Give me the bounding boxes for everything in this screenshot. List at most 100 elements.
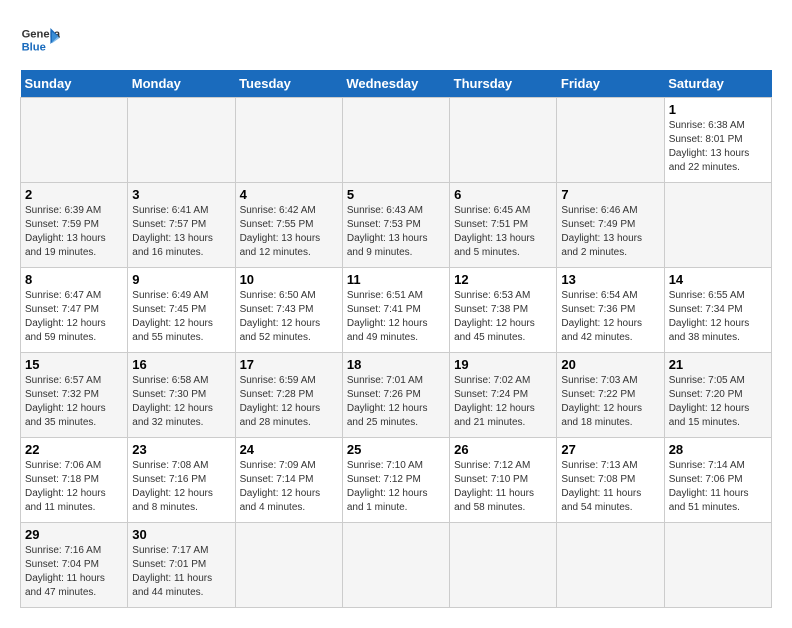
calendar-cell: 7 Sunrise: 6:46 AMSunset: 7:49 PMDaylight… xyxy=(557,183,664,268)
day-info: Sunrise: 7:13 AMSunset: 7:08 PMDaylight:… xyxy=(561,460,641,513)
calendar-cell: 4 Sunrise: 6:42 AMSunset: 7:55 PMDaylight… xyxy=(235,183,342,268)
day-info: Sunrise: 7:08 AMSunset: 7:16 PMDaylight:… xyxy=(132,460,213,513)
day-number: 1 xyxy=(669,102,767,117)
day-number: 30 xyxy=(132,527,230,542)
day-info: Sunrise: 6:41 AMSunset: 7:57 PMDaylight:… xyxy=(132,205,213,258)
day-info: Sunrise: 7:01 AMSunset: 7:26 PMDaylight:… xyxy=(347,375,428,428)
day-number: 26 xyxy=(454,442,552,457)
day-number: 5 xyxy=(347,187,445,202)
weekday-header-row: SundayMondayTuesdayWednesdayThursdayFrid… xyxy=(21,70,772,98)
calendar-cell: 9 Sunrise: 6:49 AMSunset: 7:45 PMDaylight… xyxy=(128,268,235,353)
weekday-header: Wednesday xyxy=(342,70,449,98)
day-info: Sunrise: 7:14 AMSunset: 7:06 PMDaylight:… xyxy=(669,460,749,513)
day-number: 22 xyxy=(25,442,123,457)
day-number: 15 xyxy=(25,357,123,372)
day-number: 9 xyxy=(132,272,230,287)
calendar-cell: 3Sunrise: 6:41 AMSunset: 7:57 PMDaylight… xyxy=(128,183,235,268)
calendar-cell: 26Sunrise: 7:12 AMSunset: 7:10 PMDayligh… xyxy=(450,438,557,523)
day-number: 4 xyxy=(240,187,338,202)
day-number: 16 xyxy=(132,357,230,372)
logo: General Blue xyxy=(20,20,64,60)
day-info: Sunrise: 6:54 AMSunset: 7:36 PMDaylight:… xyxy=(561,290,642,343)
calendar-cell: 21Sunrise: 7:05 AMSunset: 7:20 PMDayligh… xyxy=(664,353,771,438)
weekday-header: Thursday xyxy=(450,70,557,98)
page-header: General Blue xyxy=(20,20,772,60)
day-info: Sunrise: 6:45 AMSunset: 7:51 PMDaylight:… xyxy=(454,205,535,258)
day-info: Sunrise: 6:42 AMSunset: 7:55 PMDaylight:… xyxy=(240,205,321,258)
calendar-cell: 19 Sunrise: 7:02 AMSunset: 7:24 PMDayligh… xyxy=(450,353,557,438)
day-number: 7 xyxy=(561,187,659,202)
calendar-cell: 14Sunrise: 6:55 AMSunset: 7:34 PMDayligh… xyxy=(664,268,771,353)
calendar-cell: 24Sunrise: 7:09 AMSunset: 7:14 PMDayligh… xyxy=(235,438,342,523)
day-number: 2 xyxy=(25,187,123,202)
day-number: 13 xyxy=(561,272,659,287)
day-info: Sunrise: 6:51 AMSunset: 7:41 PMDaylight:… xyxy=(347,290,428,343)
calendar-cell: 5 Sunrise: 6:43 AMSunset: 7:53 PMDaylight… xyxy=(342,183,449,268)
day-info: Sunrise: 6:53 AMSunset: 7:38 PMDaylight:… xyxy=(454,290,535,343)
calendar-cell: 22 Sunrise: 7:06 AMSunset: 7:18 PMDayligh… xyxy=(21,438,128,523)
svg-text:Blue: Blue xyxy=(22,41,46,53)
calendar-cell: 15 Sunrise: 6:57 AMSunset: 7:32 PMDayligh… xyxy=(21,353,128,438)
calendar-cell xyxy=(235,98,342,183)
calendar-table: SundayMondayTuesdayWednesdayThursdayFrid… xyxy=(20,70,772,608)
calendar-cell xyxy=(342,98,449,183)
day-number: 23 xyxy=(132,442,230,457)
weekday-header: Sunday xyxy=(21,70,128,98)
day-number: 25 xyxy=(347,442,445,457)
calendar-cell: 16 Sunrise: 6:58 AMSunset: 7:30 PMDayligh… xyxy=(128,353,235,438)
calendar-week-row: 8 Sunrise: 6:47 AMSunset: 7:47 PMDaylight… xyxy=(21,268,772,353)
day-info: Sunrise: 6:49 AMSunset: 7:45 PMDaylight:… xyxy=(132,290,213,343)
calendar-cell: 11Sunrise: 6:51 AMSunset: 7:41 PMDayligh… xyxy=(342,268,449,353)
calendar-cell: 28Sunrise: 7:14 AMSunset: 7:06 PMDayligh… xyxy=(664,438,771,523)
day-info: Sunrise: 6:59 AMSunset: 7:28 PMDaylight:… xyxy=(240,375,321,428)
calendar-cell: 20 Sunrise: 7:03 AMSunset: 7:22 PMDayligh… xyxy=(557,353,664,438)
day-info: Sunrise: 7:10 AMSunset: 7:12 PMDaylight:… xyxy=(347,460,428,513)
calendar-week-row: 1 Sunrise: 6:38 AMSunset: 8:01 PMDaylight… xyxy=(21,98,772,183)
day-info: Sunrise: 7:09 AMSunset: 7:14 PMDaylight:… xyxy=(240,460,321,513)
day-number: 12 xyxy=(454,272,552,287)
day-number: 6 xyxy=(454,187,552,202)
calendar-cell: 30Sunrise: 7:17 AMSunset: 7:01 PMDayligh… xyxy=(128,523,235,608)
day-info: Sunrise: 6:43 AMSunset: 7:53 PMDaylight:… xyxy=(347,205,428,258)
day-info: Sunrise: 6:57 AMSunset: 7:32 PMDaylight:… xyxy=(25,375,106,428)
weekday-header: Friday xyxy=(557,70,664,98)
day-info: Sunrise: 6:38 AMSunset: 8:01 PMDaylight:… xyxy=(669,120,750,173)
calendar-cell xyxy=(664,183,771,268)
weekday-header: Monday xyxy=(128,70,235,98)
day-number: 20 xyxy=(561,357,659,372)
calendar-week-row: 2Sunrise: 6:39 AMSunset: 7:59 PMDaylight… xyxy=(21,183,772,268)
calendar-cell xyxy=(342,523,449,608)
day-number: 19 xyxy=(454,357,552,372)
calendar-cell: 23 Sunrise: 7:08 AMSunset: 7:16 PMDayligh… xyxy=(128,438,235,523)
calendar-cell xyxy=(450,523,557,608)
day-info: Sunrise: 6:58 AMSunset: 7:30 PMDaylight:… xyxy=(132,375,213,428)
calendar-cell xyxy=(450,98,557,183)
weekday-header: Tuesday xyxy=(235,70,342,98)
day-number: 8 xyxy=(25,272,123,287)
day-number: 10 xyxy=(240,272,338,287)
day-info: Sunrise: 7:02 AMSunset: 7:24 PMDaylight:… xyxy=(454,375,535,428)
day-info: Sunrise: 7:03 AMSunset: 7:22 PMDaylight:… xyxy=(561,375,642,428)
day-info: Sunrise: 6:46 AMSunset: 7:49 PMDaylight:… xyxy=(561,205,642,258)
day-number: 21 xyxy=(669,357,767,372)
calendar-week-row: 22 Sunrise: 7:06 AMSunset: 7:18 PMDayligh… xyxy=(21,438,772,523)
calendar-cell xyxy=(128,98,235,183)
calendar-cell: 1 Sunrise: 6:38 AMSunset: 8:01 PMDaylight… xyxy=(664,98,771,183)
calendar-cell: 13 Sunrise: 6:54 AMSunset: 7:36 PMDayligh… xyxy=(557,268,664,353)
calendar-cell xyxy=(557,98,664,183)
calendar-cell: 8 Sunrise: 6:47 AMSunset: 7:47 PMDaylight… xyxy=(21,268,128,353)
day-number: 29 xyxy=(25,527,123,542)
day-number: 14 xyxy=(669,272,767,287)
calendar-cell: 18 Sunrise: 7:01 AMSunset: 7:26 PMDayligh… xyxy=(342,353,449,438)
calendar-cell xyxy=(235,523,342,608)
calendar-cell xyxy=(21,98,128,183)
day-info: Sunrise: 6:47 AMSunset: 7:47 PMDaylight:… xyxy=(25,290,106,343)
calendar-cell: 27Sunrise: 7:13 AMSunset: 7:08 PMDayligh… xyxy=(557,438,664,523)
day-number: 18 xyxy=(347,357,445,372)
calendar-cell xyxy=(664,523,771,608)
logo-icon: General Blue xyxy=(20,20,60,60)
calendar-cell: 29Sunrise: 7:16 AMSunset: 7:04 PMDayligh… xyxy=(21,523,128,608)
day-info: Sunrise: 7:06 AMSunset: 7:18 PMDaylight:… xyxy=(25,460,106,513)
calendar-cell: 2Sunrise: 6:39 AMSunset: 7:59 PMDaylight… xyxy=(21,183,128,268)
calendar-cell: 6 Sunrise: 6:45 AMSunset: 7:51 PMDaylight… xyxy=(450,183,557,268)
